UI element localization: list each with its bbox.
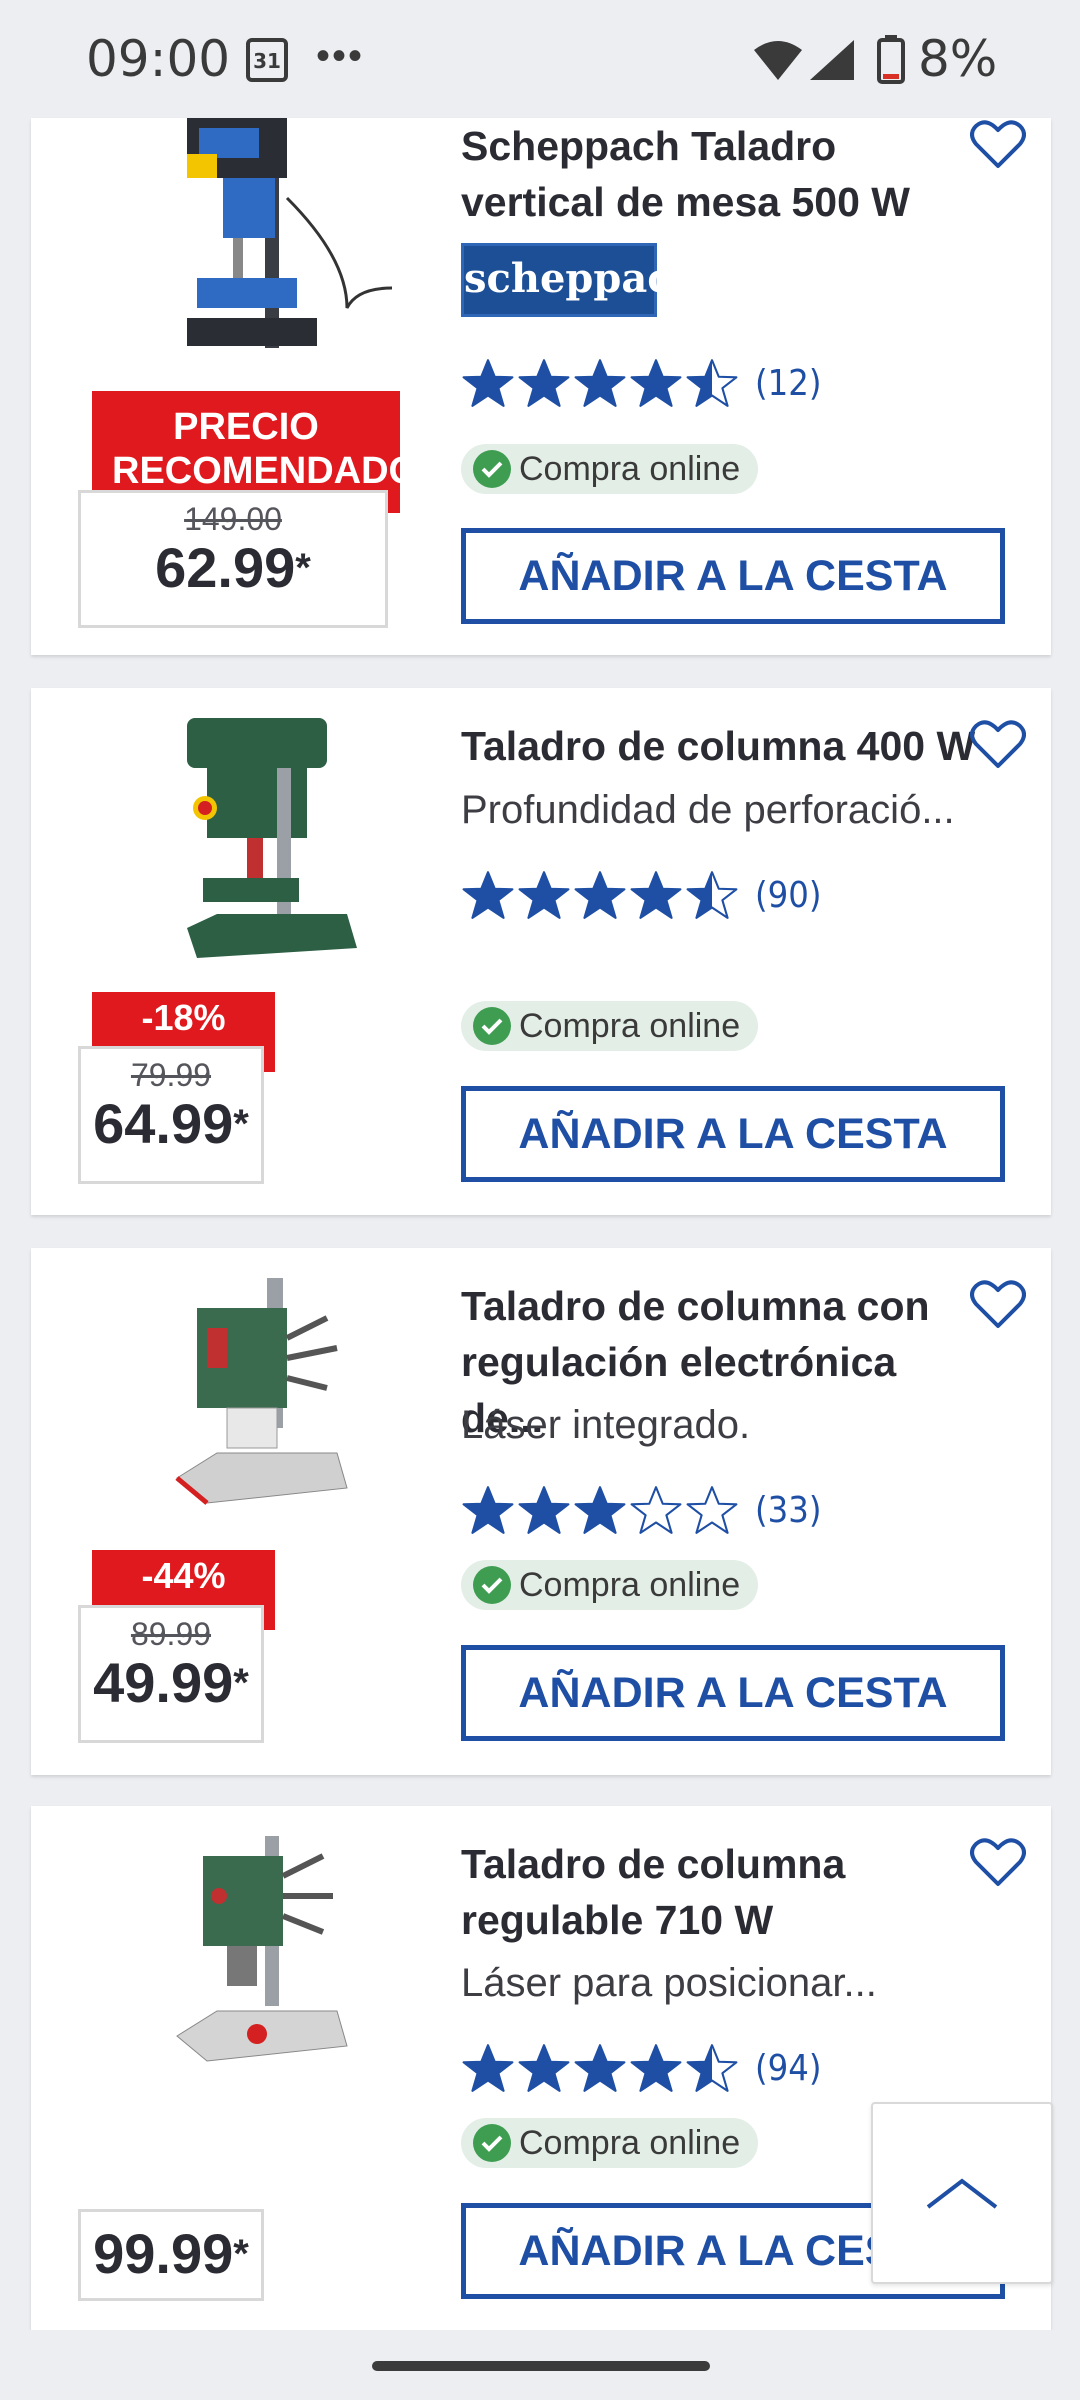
online-label: Compra online [519,1565,741,1604]
product-title[interactable]: Taladro de columna 400 W [461,718,981,774]
rating-stars: (94) [461,2038,821,2098]
rating-stars: (12) [461,353,821,413]
price-box: 99.99* [78,2209,264,2301]
star-icon [630,359,682,407]
check-icon [473,2124,511,2162]
add-to-cart-button[interactable]: AÑADIR A LA CESTA [461,1645,1005,1741]
product-subtitle: Láser para posicionar... [461,1961,877,2005]
chevron-up-icon [926,2178,998,2209]
scroll-to-top-button[interactable] [871,2102,1053,2284]
star-icon [462,1486,514,1534]
online-badge: Compra online [461,1001,759,1051]
rating-stars: (33) [461,1480,821,1540]
battery-percent: 8% [918,30,998,88]
wifi-icon [754,41,802,80]
price-asterisk: * [233,1102,249,1146]
star-icon [518,871,570,919]
price-value: 99.99 [93,2222,234,2285]
rating-count[interactable]: (12) [755,363,821,404]
old-price: 89.99 [130,1616,212,1652]
product-card[interactable]: Scheppach Taladro vertical de mesa 500 W… [31,118,1051,655]
price-asterisk: * [233,2232,249,2276]
heart-icon[interactable] [970,1278,1026,1330]
product-image[interactable] [147,118,407,378]
product-image[interactable] [147,1836,407,2096]
rating-count[interactable]: (33) [755,1490,821,1531]
product-card[interactable]: Taladro de columna con regulación electr… [31,1248,1051,1775]
price-asterisk: * [233,1661,249,1705]
price-asterisk: * [295,546,311,590]
product-subtitle: Láser integrado. [461,1403,751,1447]
calendar-icon: 31 [246,38,288,82]
brand-logo-text: scheppach [464,255,701,302]
current-price: 64.99* [81,1094,261,1154]
price-box: 79.99 64.99* [78,1046,264,1184]
status-time: 09:00 [86,30,231,88]
star-icon [630,2044,682,2092]
home-gesture-handle[interactable] [372,2361,710,2371]
signal-icon [810,40,854,80]
old-price: 149.00 [184,501,282,537]
star-icon [518,1486,570,1534]
add-to-cart-button[interactable]: AÑADIR A LA CESTA [461,528,1005,624]
price-box: 89.99 49.99* [78,1605,264,1743]
rating-count[interactable]: (90) [755,875,821,916]
star-icon [462,359,514,407]
product-image[interactable] [147,718,407,978]
heart-icon[interactable] [970,718,1026,770]
notification-dots: ••• [316,34,365,78]
star-icon [686,2044,738,2092]
current-price: 62.99* [81,538,385,598]
add-to-cart-button[interactable]: AÑADIR A LA CESTA [461,1086,1005,1182]
star-icon [574,1486,626,1534]
heart-icon[interactable] [970,118,1026,170]
check-icon [473,1007,511,1045]
rating-stars: (90) [461,865,821,925]
online-badge: Compra online [461,444,759,494]
star-icon [518,2044,570,2092]
status-bar: 09:00 31 ••• 8% [0,0,1080,118]
product-card[interactable]: Taladro de columna 400 W Profundidad de … [31,688,1051,1215]
check-icon [473,450,511,488]
online-badge: Compra online [461,2118,759,2168]
heart-icon[interactable] [970,1836,1026,1888]
online-label: Compra online [519,2123,741,2162]
star-icon [630,871,682,919]
current-price: 49.99* [81,1653,261,1713]
current-price: 99.99* [81,2224,261,2284]
star-icon [574,359,626,407]
star-icon [574,871,626,919]
product-subtitle: Profundidad de perforació... [461,788,955,832]
price-value: 49.99 [93,1651,234,1714]
product-image[interactable] [147,1278,407,1538]
star-icon [686,359,738,407]
product-title[interactable]: Taladro de columna regulable 710 W [461,1836,981,1948]
star-icon [518,359,570,407]
star-icon [574,2044,626,2092]
price-box: 149.00 62.99* [78,490,388,628]
brand-logo: scheppach [461,243,701,317]
price-value: 64.99 [93,1092,234,1155]
online-label: Compra online [519,449,741,488]
rating-count[interactable]: (94) [755,2048,821,2089]
star-icon [630,1486,682,1534]
product-title[interactable]: Scheppach Taladro vertical de mesa 500 W [461,118,981,230]
old-price: 79.99 [130,1057,212,1093]
online-badge: Compra online [461,1560,759,1610]
price-value: 62.99 [155,536,296,599]
online-label: Compra online [519,1006,741,1045]
star-icon [686,1486,738,1534]
check-icon [473,1566,511,1604]
battery-icon [877,35,905,84]
star-icon [686,871,738,919]
star-icon [462,871,514,919]
star-icon [462,2044,514,2092]
